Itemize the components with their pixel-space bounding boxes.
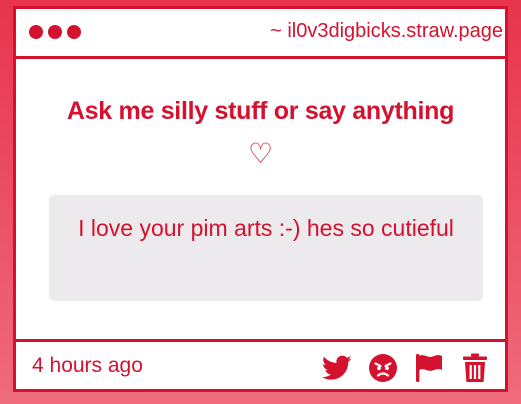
card-footer: 4 hours ago	[16, 339, 505, 389]
card-content: Ask me silly stuff or say anything ♡ I l…	[16, 59, 505, 339]
trash-icon	[463, 353, 487, 382]
action-bar	[321, 353, 491, 383]
window-dot-close[interactable]	[29, 25, 43, 39]
flag-icon	[416, 354, 442, 382]
delete-button[interactable]	[459, 353, 491, 383]
react-angry-button[interactable]	[367, 353, 399, 383]
message-text: I love your pim arts :-) hes so cutieful	[78, 215, 454, 241]
window-controls	[29, 25, 81, 39]
twitter-share-button[interactable]	[321, 353, 353, 383]
heart-icon: ♡	[247, 137, 274, 170]
timestamp: 4 hours ago	[32, 354, 143, 377]
window-dot-minimize[interactable]	[48, 25, 62, 39]
page-title: Ask me silly stuff or say anything	[66, 97, 455, 125]
report-button[interactable]	[413, 353, 445, 383]
window-dot-maximize[interactable]	[67, 25, 81, 39]
page-url[interactable]: ~ il0v3digbicks.straw.page	[270, 20, 503, 43]
twitter-icon	[322, 355, 352, 380]
angry-face-icon	[369, 354, 397, 382]
window-titlebar: ~ il0v3digbicks.straw.page	[16, 9, 505, 59]
question-card: ~ il0v3digbicks.straw.page Ask me silly …	[13, 6, 508, 392]
message-bubble: I love your pim arts :-) hes so cutieful	[49, 195, 483, 301]
